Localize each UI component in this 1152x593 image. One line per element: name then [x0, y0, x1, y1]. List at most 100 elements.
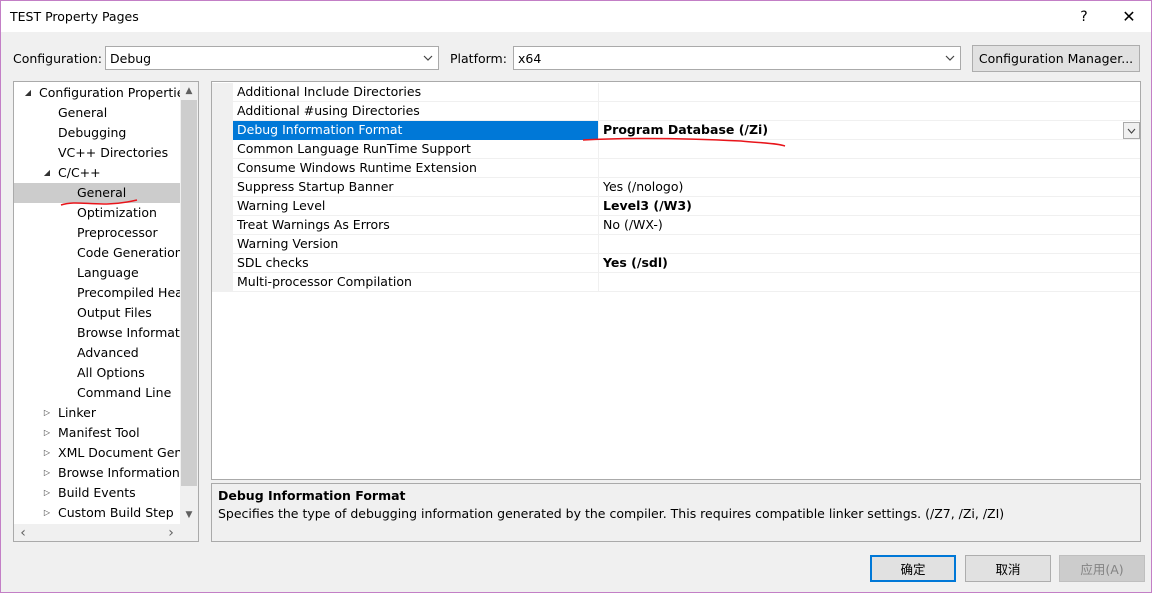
tree-item-label: Optimization	[77, 205, 157, 220]
property-value[interactable]: No (/WX-)	[599, 216, 1140, 235]
triangle-collapsed-icon[interactable]: ▷	[42, 503, 52, 523]
scroll-up-arrow-icon[interactable]: ▲	[180, 82, 198, 100]
tree-item-label: Code Generation	[77, 245, 180, 260]
property-value[interactable]: Program Database (/Zi)	[599, 121, 1140, 140]
tree-item[interactable]: General	[14, 103, 180, 123]
property-value[interactable]: Level3 (/W3)	[599, 197, 1140, 216]
triangle-expanded-icon[interactable]: ◢	[42, 163, 52, 183]
tree-horizontal-scrollbar[interactable]: ‹ ›	[14, 524, 180, 541]
scroll-right-arrow-icon[interactable]: ›	[162, 524, 180, 541]
tree-item[interactable]: All Options	[14, 363, 180, 383]
property-row[interactable]: Treat Warnings As Errors No (/WX-)	[212, 216, 1140, 235]
tree-item[interactable]: ◢ Configuration Properties	[14, 83, 180, 103]
triangle-collapsed-icon[interactable]: ▷	[42, 443, 52, 463]
cancel-button[interactable]: 取消	[965, 555, 1051, 582]
platform-dropdown[interactable]: x64	[513, 46, 961, 70]
property-row[interactable]: Warning Level Level3 (/W3)	[212, 197, 1140, 216]
tree-item-label: Precompiled Heac	[77, 285, 180, 300]
property-value[interactable]	[599, 159, 1140, 178]
property-name[interactable]: Consume Windows Runtime Extension	[233, 159, 599, 178]
title-bar[interactable]: TEST Property Pages ? ✕	[1, 1, 1151, 32]
close-button[interactable]: ✕	[1106, 1, 1152, 32]
configuration-manager-button[interactable]: Configuration Manager...	[972, 45, 1140, 72]
property-value[interactable]	[599, 235, 1140, 254]
property-row[interactable]: Multi-processor Compilation	[212, 273, 1140, 292]
triangle-collapsed-icon[interactable]: ▷	[42, 483, 52, 503]
tree-item[interactable]: Precompiled Heac	[14, 283, 180, 303]
tree-item-label: Browse Information	[58, 465, 180, 480]
property-name[interactable]: Multi-processor Compilation	[233, 273, 599, 292]
property-value[interactable]	[599, 273, 1140, 292]
tree-item[interactable]: Advanced	[14, 343, 180, 363]
property-name[interactable]: Additional Include Directories	[233, 83, 599, 102]
help-button[interactable]: ?	[1061, 1, 1107, 32]
property-name[interactable]: Warning Level	[233, 197, 599, 216]
property-row[interactable]: Debug Information Format Program Database…	[212, 121, 1140, 140]
ok-button[interactable]: 确定	[870, 555, 956, 582]
row-gutter	[212, 254, 233, 273]
tree-item-label: VC++ Directories	[58, 145, 169, 160]
property-row[interactable]: Common Language RunTime Support	[212, 140, 1140, 159]
tree-item[interactable]: ◢ C/C++	[14, 163, 180, 183]
tree-item[interactable]: Debugging	[14, 123, 180, 143]
scroll-left-arrow-icon[interactable]: ‹	[14, 524, 32, 541]
tree-item-label: Linker	[58, 405, 96, 420]
property-pages-window: TEST Property Pages ? ✕ Configuration: D…	[0, 0, 1152, 593]
tree-item[interactable]: Output Files	[14, 303, 180, 323]
property-row[interactable]: Warning Version	[212, 235, 1140, 254]
triangle-collapsed-icon[interactable]: ▷	[42, 403, 52, 423]
property-value[interactable]: Yes (/sdl)	[599, 254, 1140, 273]
tree-item-label: All Options	[77, 365, 145, 380]
tree-item[interactable]: Code Generation	[14, 243, 180, 263]
triangle-collapsed-icon[interactable]: ▷	[42, 463, 52, 483]
scroll-down-arrow-icon[interactable]: ▼	[180, 506, 198, 524]
tree-item[interactable]: ▷ Browse Information	[14, 463, 180, 483]
property-name[interactable]: SDL checks	[233, 254, 599, 273]
tree-item[interactable]: ▷ Build Events	[14, 483, 180, 503]
property-row[interactable]: Suppress Startup Banner Yes (/nologo)	[212, 178, 1140, 197]
tree-item[interactable]: Language	[14, 263, 180, 283]
property-value[interactable]	[599, 140, 1140, 159]
tree-item[interactable]: ▷ Manifest Tool	[14, 423, 180, 443]
tree-item-label: Debugging	[58, 125, 127, 140]
row-gutter	[212, 159, 233, 178]
property-row[interactable]: Consume Windows Runtime Extension	[212, 159, 1140, 178]
tree-item[interactable]: Command Line	[14, 383, 180, 403]
triangle-expanded-icon[interactable]: ◢	[23, 83, 33, 103]
scroll-thumb[interactable]	[181, 100, 197, 486]
property-grid: Additional Include Directories Additional…	[211, 81, 1141, 480]
platform-value: x64	[518, 51, 542, 66]
tree-item-label: Preprocessor	[77, 225, 158, 240]
property-name[interactable]: Treat Warnings As Errors	[233, 216, 599, 235]
tree-item[interactable]: General	[14, 183, 180, 203]
tree-item[interactable]: ▷ XML Document Gene	[14, 443, 180, 463]
tree-item-label: Command Line	[77, 385, 172, 400]
chevron-down-icon	[418, 47, 438, 69]
property-value[interactable]	[599, 83, 1140, 102]
tree-item[interactable]: ▷ Custom Build Step	[14, 503, 180, 523]
property-name[interactable]: Debug Information Format	[233, 121, 599, 140]
tree-item[interactable]: VC++ Directories	[14, 143, 180, 163]
tree-item-label: General	[58, 105, 108, 120]
tree-item[interactable]: Preprocessor	[14, 223, 180, 243]
chevron-down-icon[interactable]	[1123, 122, 1140, 139]
property-value[interactable]	[599, 102, 1140, 121]
tree-item[interactable]: Optimization	[14, 203, 180, 223]
property-row[interactable]: Additional Include Directories	[212, 83, 1140, 102]
apply-button[interactable]: 应用(A)	[1059, 555, 1145, 582]
tree-item[interactable]: ▷ Linker	[14, 403, 180, 423]
row-gutter	[212, 102, 233, 121]
property-name[interactable]: Warning Version	[233, 235, 599, 254]
property-value[interactable]: Yes (/nologo)	[599, 178, 1140, 197]
property-row[interactable]: Additional #using Directories	[212, 102, 1140, 121]
triangle-collapsed-icon[interactable]: ▷	[42, 423, 52, 443]
row-gutter	[212, 140, 233, 159]
configuration-dropdown[interactable]: Debug	[105, 46, 439, 70]
property-name[interactable]: Common Language RunTime Support	[233, 140, 599, 159]
tree-item[interactable]: Browse Informatic	[14, 323, 180, 343]
row-gutter	[212, 216, 233, 235]
property-row[interactable]: SDL checks Yes (/sdl)	[212, 254, 1140, 273]
property-name[interactable]: Additional #using Directories	[233, 102, 599, 121]
tree-vertical-scrollbar[interactable]: ▲ ▼	[180, 82, 198, 524]
property-name[interactable]: Suppress Startup Banner	[233, 178, 599, 197]
